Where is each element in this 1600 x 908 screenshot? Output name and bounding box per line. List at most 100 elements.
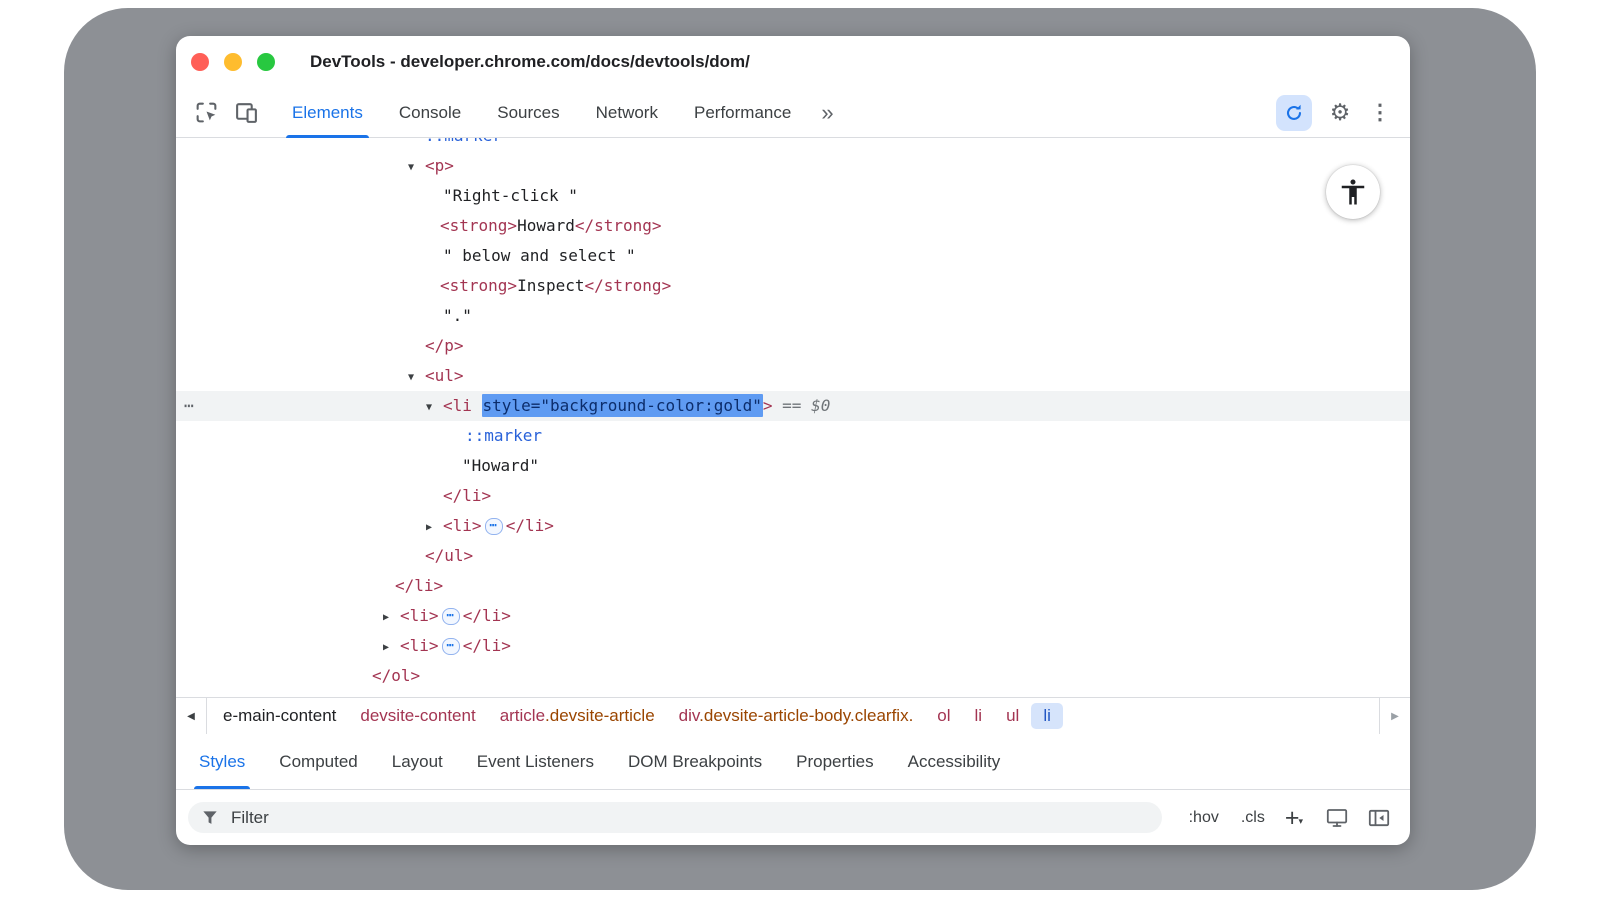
left-arrow-icon: ◀: [187, 711, 195, 722]
token-tag: <li>: [400, 636, 439, 655]
token-tag: </strong>: [585, 276, 672, 295]
token-text: Inspect: [517, 276, 584, 295]
breadcrumb-segment: e-main-content: [223, 706, 336, 725]
breadcrumb-item[interactable]: ol: [925, 703, 962, 729]
breadcrumb-item[interactable]: article.devsite-article: [488, 703, 667, 729]
accessibility-button[interactable]: [1326, 165, 1380, 219]
token-selection[interactable]: style="background-color:gold": [482, 394, 763, 417]
more-tabs-icon[interactable]: »: [809, 102, 845, 124]
expand-arrow-icon[interactable]: ▶: [383, 633, 400, 663]
accessibility-person-icon: [1338, 177, 1368, 207]
breadcrumb-item[interactable]: li: [963, 703, 995, 729]
breadcrumb-scroll-right[interactable]: ▶: [1379, 698, 1410, 734]
row-menu-icon[interactable]: ⋯: [184, 391, 195, 421]
breadcrumb-segment: devsite-content: [360, 706, 475, 725]
element-classes-button[interactable]: .cls: [1241, 809, 1265, 827]
breadcrumb-scroll-left[interactable]: ◀: [176, 698, 207, 734]
token-text: " below and select ": [443, 246, 636, 265]
dom-tree-node-selected[interactable]: ⋯▼<li style="background-color:gold"> == …: [176, 391, 1410, 421]
sidebar-tab-properties[interactable]: Properties: [779, 734, 890, 789]
tab-network[interactable]: Network: [578, 88, 676, 137]
panel-tabs: ElementsConsoleSourcesNetworkPerformance: [274, 88, 809, 137]
styles-filter-input[interactable]: [229, 807, 1150, 829]
breadcrumb-segment: .devsite-article: [545, 706, 655, 725]
dom-tree-node[interactable]: ▼<p>: [176, 151, 1410, 181]
settings-gear-icon[interactable]: ⚙: [1322, 95, 1358, 131]
token-text: ".": [443, 306, 472, 325]
breadcrumb-item[interactable]: ul: [994, 703, 1031, 729]
breadcrumb-item[interactable]: e-main-content: [211, 703, 348, 729]
dom-tree-node[interactable]: <strong>Howard</strong>: [176, 211, 1410, 241]
caret-down-icon: ▾: [1298, 816, 1303, 827]
expand-arrow-icon[interactable]: ▶: [383, 603, 400, 633]
token-tag: <li>: [443, 516, 482, 535]
dom-tree-node[interactable]: ▼<ul>: [176, 361, 1410, 391]
breadcrumb-item[interactable]: div.devsite-article-body.clearfix.: [667, 703, 926, 729]
breadcrumb-item[interactable]: devsite-content: [348, 703, 487, 729]
sidebar-tab-computed[interactable]: Computed: [262, 734, 374, 789]
token-tag: </li>: [463, 636, 511, 655]
token-tag: <ul>: [425, 366, 464, 385]
tab-sources[interactable]: Sources: [479, 88, 577, 137]
tab-console[interactable]: Console: [381, 88, 479, 137]
sidebar-tab-accessibility[interactable]: Accessibility: [891, 734, 1018, 789]
sidebar-tab-event-listeners[interactable]: Event Listeners: [460, 734, 611, 789]
token-tag: <strong>: [440, 216, 517, 235]
sidebar-tab-styles[interactable]: Styles: [182, 734, 262, 789]
expand-inline-icon[interactable]: ⋯: [442, 638, 460, 655]
breadcrumb-segment: article: [500, 706, 545, 725]
dom-tree-node[interactable]: ".": [176, 301, 1410, 331]
toggle-sidebar-icon[interactable]: [1362, 801, 1396, 835]
sidebar-tab-dom-breakpoints[interactable]: DOM Breakpoints: [611, 734, 779, 789]
inspect-icon[interactable]: [188, 95, 224, 131]
breadcrumb-segment: .devsite-article-body.clearfix.: [699, 706, 913, 725]
minimize-button[interactable]: [224, 53, 242, 71]
dom-tree-node[interactable]: </ul>: [176, 541, 1410, 571]
token-pseudo: ::marker: [465, 426, 542, 445]
token-tag: </ul>: [425, 546, 473, 565]
devtools-toolbar: ElementsConsoleSourcesNetworkPerformance…: [176, 88, 1410, 138]
sidebar-tab-layout[interactable]: Layout: [375, 734, 460, 789]
dom-tree-node[interactable]: ▶<li>⋯</li>: [176, 601, 1410, 631]
token-tag: <p>: [425, 156, 454, 175]
kebab-menu-icon[interactable]: ⋮: [1362, 95, 1398, 131]
expand-inline-icon[interactable]: ⋯: [485, 518, 503, 535]
dom-tree-node[interactable]: ▶<li>⋯</li>: [176, 631, 1410, 661]
element-states-button[interactable]: :hov: [1189, 809, 1219, 827]
dom-tree-node[interactable]: </p>: [176, 331, 1410, 361]
expand-inline-icon[interactable]: ⋯: [442, 608, 460, 625]
dom-tree-node[interactable]: " below and select ": [176, 241, 1410, 271]
collapse-arrow-icon[interactable]: ▼: [408, 153, 425, 183]
breadcrumb-segment: li: [1043, 706, 1051, 725]
dom-tree-node[interactable]: ▶<li>⋯</li>: [176, 511, 1410, 541]
dom-tree-node[interactable]: </li>: [176, 571, 1410, 601]
dom-tree-node[interactable]: </li>: [176, 481, 1410, 511]
dom-tree-node[interactable]: </ol>: [176, 661, 1410, 691]
breadcrumb-item-selected[interactable]: li: [1031, 703, 1063, 729]
new-style-rule-button[interactable]: + ▾: [1285, 807, 1303, 829]
zoom-button[interactable]: [257, 53, 275, 71]
token-tag: </p>: [425, 336, 464, 355]
dom-tree-node[interactable]: <strong>Inspect</strong>: [176, 271, 1410, 301]
expand-arrow-icon[interactable]: ▶: [426, 513, 443, 543]
styles-filter-pill[interactable]: [188, 802, 1162, 833]
collapse-arrow-icon[interactable]: ▼: [408, 363, 425, 393]
dom-tree-node[interactable]: ::marker: [176, 138, 1410, 151]
token-tag: </li>: [506, 516, 554, 535]
rendering-monitor-icon[interactable]: [1320, 801, 1354, 835]
token-pseudo: ::marker: [425, 138, 502, 145]
dom-tree-node[interactable]: "Right-click ": [176, 181, 1410, 211]
dom-tree-node[interactable]: "Howard": [176, 451, 1410, 481]
tab-performance[interactable]: Performance: [676, 88, 809, 137]
close-button[interactable]: [191, 53, 209, 71]
token-tag: </li>: [443, 486, 491, 505]
styles-filter-row: :hov .cls + ▾: [176, 790, 1410, 845]
token-tag: </li>: [463, 606, 511, 625]
collapse-arrow-icon[interactable]: ▼: [426, 393, 443, 423]
sync-icon[interactable]: [1276, 95, 1312, 131]
device-toolbar-icon[interactable]: [228, 95, 264, 131]
window-title: DevTools - developer.chrome.com/docs/dev…: [310, 52, 750, 72]
token-tag: <li>: [400, 606, 439, 625]
tab-elements[interactable]: Elements: [274, 88, 381, 137]
dom-tree-node[interactable]: ::marker: [176, 421, 1410, 451]
